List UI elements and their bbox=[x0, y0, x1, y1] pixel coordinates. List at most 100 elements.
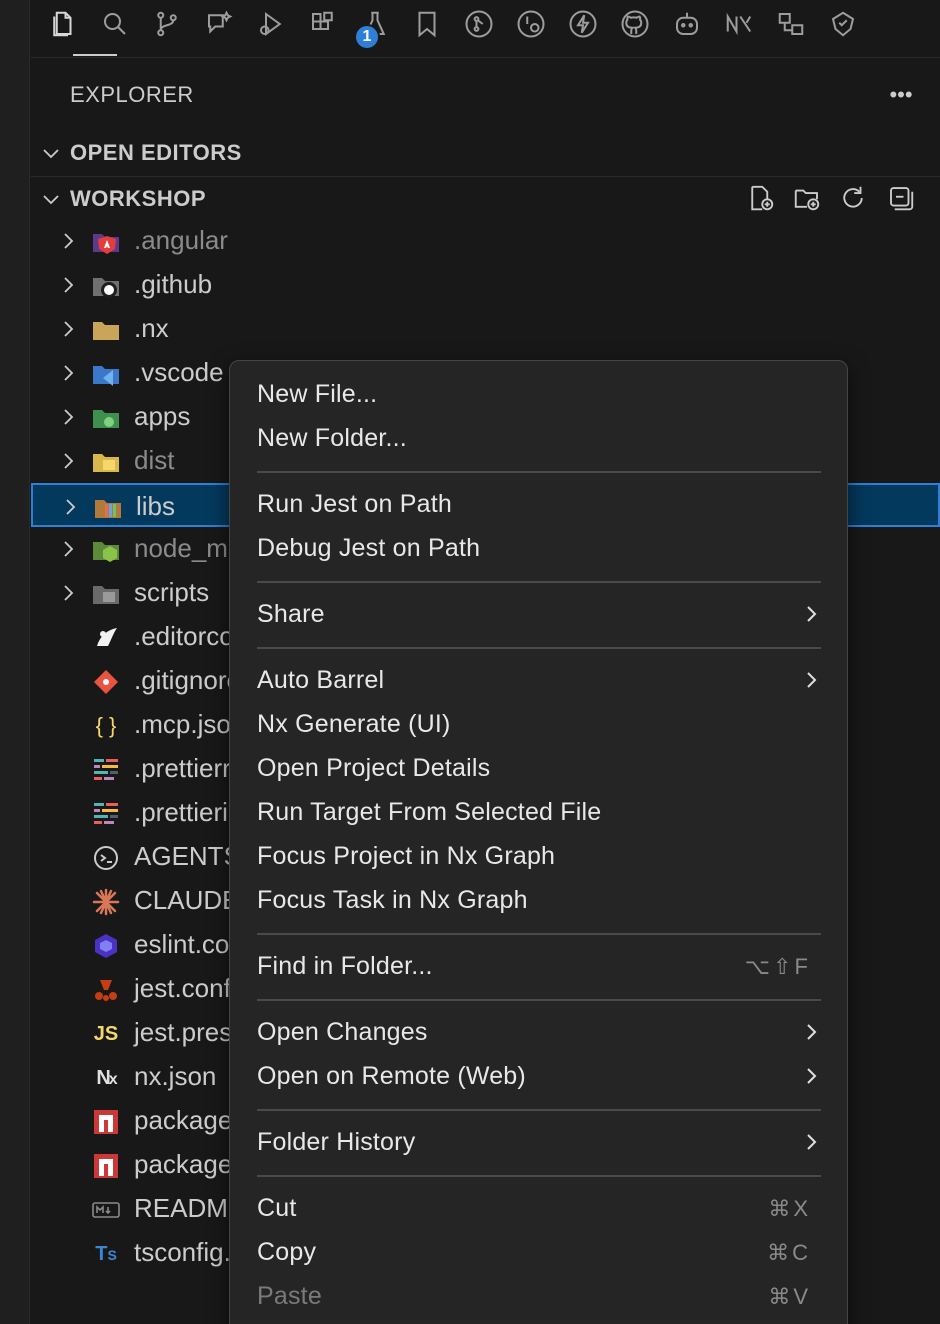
chevron-right-icon[interactable] bbox=[56, 405, 80, 429]
git-history-icon[interactable] bbox=[511, 4, 551, 44]
source-control-icon[interactable] bbox=[147, 4, 187, 44]
npm-icon bbox=[91, 1108, 121, 1136]
tree-item-label: .vscode bbox=[134, 357, 224, 387]
git-graph-icon[interactable] bbox=[459, 4, 499, 44]
menu-separator bbox=[257, 999, 821, 1001]
menu-item-label: Debug Jest on Path bbox=[257, 534, 481, 562]
libs-folder-icon bbox=[93, 494, 123, 522]
menu-item-label: Copy bbox=[257, 1238, 317, 1266]
prettier-icon bbox=[91, 756, 121, 784]
new-folder-icon[interactable] bbox=[790, 181, 824, 215]
menu-item-folder-history[interactable]: Folder History bbox=[230, 1120, 847, 1164]
menu-item-label: New Folder... bbox=[257, 424, 407, 452]
menu-item-label: Cut bbox=[257, 1194, 297, 1222]
menu-item-open-on-remote-web[interactable]: Open on Remote (Web) bbox=[230, 1054, 847, 1098]
menu-item-label: Focus Project in Nx Graph bbox=[257, 842, 556, 870]
menu-item-label: New File... bbox=[257, 380, 378, 408]
vscode-folder-icon bbox=[91, 360, 121, 388]
nx-console-icon[interactable] bbox=[719, 4, 759, 44]
menu-item-share[interactable]: Share bbox=[230, 592, 847, 636]
submenu-chevron-icon bbox=[807, 1024, 817, 1040]
remote-explorer-icon[interactable] bbox=[771, 4, 811, 44]
extensions-badge: 1 bbox=[354, 24, 380, 50]
menu-item-label: Find in Folder... bbox=[257, 952, 433, 980]
extensions-icon[interactable] bbox=[303, 4, 343, 44]
tree-folder-row[interactable]: .github bbox=[31, 263, 940, 307]
menu-item-find-in-folder[interactable]: Find in Folder... ⌥⇧F bbox=[230, 944, 847, 988]
chevron-right-icon[interactable] bbox=[56, 449, 80, 473]
copilot-icon[interactable] bbox=[667, 4, 707, 44]
scripts-folder-icon bbox=[91, 580, 121, 608]
tree-folder-row[interactable]: .nx bbox=[31, 307, 940, 351]
chevron-right-icon[interactable] bbox=[58, 495, 82, 519]
submenu-chevron-icon bbox=[807, 1068, 817, 1084]
menu-item-label: Open on Remote (Web) bbox=[257, 1062, 526, 1090]
menu-item-label: Focus Task in Nx Graph bbox=[257, 886, 528, 914]
menu-item-new-folder[interactable]: New Folder... bbox=[230, 416, 847, 460]
menu-item-label: Paste bbox=[257, 1282, 322, 1310]
new-file-icon[interactable] bbox=[744, 181, 778, 215]
menu-item-copy[interactable]: Copy ⌘C bbox=[230, 1230, 847, 1274]
gitlens-icon[interactable] bbox=[823, 4, 863, 44]
menu-item-nx-generate-ui[interactable]: Nx Generate (UI) bbox=[230, 702, 847, 746]
explorer-title: EXPLORER bbox=[70, 82, 194, 107]
agents-icon bbox=[91, 844, 121, 872]
apps-folder-icon bbox=[91, 404, 121, 432]
menu-item-label: Auto Barrel bbox=[257, 666, 385, 694]
menu-item-paste: Paste ⌘V bbox=[230, 1274, 847, 1318]
tree-item-label: .prettierrc bbox=[134, 753, 244, 783]
open-editors-section[interactable]: OPEN EDITORS bbox=[31, 131, 940, 175]
github-folder-icon bbox=[91, 272, 121, 300]
tree-folder-row[interactable]: .angular bbox=[31, 219, 940, 263]
menu-item-label: Folder History bbox=[257, 1128, 416, 1156]
tree-item-label: dist bbox=[134, 445, 175, 475]
menu-separator bbox=[257, 1109, 821, 1111]
tree-item-label: apps bbox=[134, 401, 191, 431]
menu-item-label: Open Project Details bbox=[257, 754, 491, 782]
bookmark-icon[interactable] bbox=[407, 4, 447, 44]
menu-item-auto-barrel[interactable]: Auto Barrel bbox=[230, 658, 847, 702]
explorer-icon[interactable] bbox=[43, 4, 83, 44]
tree-item-label: .gitignore bbox=[134, 665, 241, 695]
refresh-icon[interactable] bbox=[836, 181, 870, 215]
collapse-all-icon[interactable] bbox=[884, 181, 918, 215]
chevron-right-icon[interactable] bbox=[56, 361, 80, 385]
chevron-right-icon[interactable] bbox=[56, 317, 80, 341]
active-tab-indicator bbox=[73, 54, 117, 56]
menu-item-label: Run Target From Selected File bbox=[257, 798, 602, 826]
submenu-chevron-icon bbox=[807, 606, 817, 622]
github-icon[interactable] bbox=[615, 4, 655, 44]
folder-icon bbox=[91, 316, 121, 344]
menu-separator bbox=[257, 933, 821, 935]
menu-item-cut[interactable]: Cut ⌘X bbox=[230, 1186, 847, 1230]
tree-item-label: libs bbox=[136, 491, 176, 521]
window-gutter bbox=[0, 0, 30, 1324]
menu-item-run-target-from-selected-file[interactable]: Run Target From Selected File bbox=[230, 790, 847, 834]
workspace-label: WORKSHOP bbox=[70, 185, 206, 211]
menu-item-new-file[interactable]: New File... bbox=[230, 372, 847, 416]
more-actions-icon[interactable]: ••• bbox=[886, 82, 916, 108]
menu-item-focus-project-in-nx-graph[interactable]: Focus Project in Nx Graph bbox=[230, 834, 847, 878]
chevron-right-icon[interactable] bbox=[56, 581, 80, 605]
chat-sparkle-icon[interactable] bbox=[199, 4, 239, 44]
tree-item-label: .angular bbox=[134, 225, 228, 255]
jest-icon bbox=[91, 976, 121, 1004]
prettier-icon bbox=[91, 800, 121, 828]
chevron-right-icon[interactable] bbox=[56, 229, 80, 253]
submenu-chevron-icon bbox=[807, 672, 817, 688]
menu-item-run-jest-on-path[interactable]: Run Jest on Path bbox=[230, 482, 847, 526]
menu-item-debug-jest-on-path[interactable]: Debug Jest on Path bbox=[230, 526, 847, 570]
keyboard-shortcut: ⌥⇧F bbox=[744, 954, 811, 979]
chevron-right-icon[interactable] bbox=[56, 273, 80, 297]
run-debug-icon[interactable] bbox=[251, 4, 291, 44]
tree-item-label: .nx bbox=[134, 313, 169, 343]
chevron-right-icon[interactable] bbox=[56, 537, 80, 561]
npm-icon bbox=[91, 1152, 121, 1180]
lightning-icon[interactable] bbox=[563, 4, 603, 44]
search-icon[interactable] bbox=[95, 4, 135, 44]
menu-item-open-changes[interactable]: Open Changes bbox=[230, 1010, 847, 1054]
tree-item-label: nx.json bbox=[134, 1061, 217, 1091]
ts-icon: TS bbox=[95, 1242, 117, 1265]
menu-item-open-project-details[interactable]: Open Project Details bbox=[230, 746, 847, 790]
menu-item-focus-task-in-nx-graph[interactable]: Focus Task in Nx Graph bbox=[230, 878, 847, 922]
